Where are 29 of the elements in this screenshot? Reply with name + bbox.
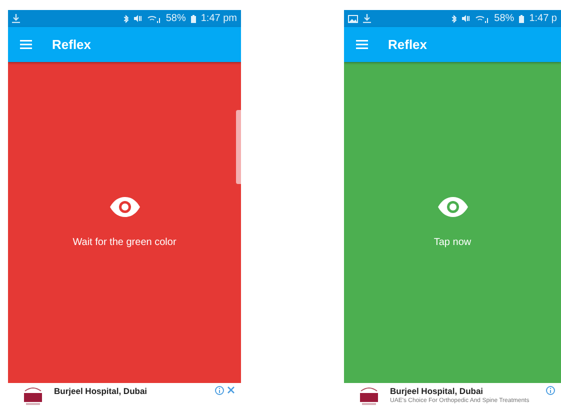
mute-icon bbox=[134, 15, 142, 22]
signal-icon bbox=[146, 14, 161, 22]
side-handle[interactable] bbox=[236, 110, 241, 184]
ad-banner[interactable]: Burjeel Hospital, Dubai bbox=[8, 383, 241, 410]
signal-icon bbox=[475, 14, 490, 22]
info-icon[interactable] bbox=[215, 386, 224, 395]
info-icon[interactable] bbox=[546, 386, 555, 395]
instruction-text: Wait for the green color bbox=[72, 237, 176, 248]
app-title: Reflex bbox=[388, 37, 428, 52]
bluetooth-icon bbox=[124, 14, 129, 22]
eye-icon bbox=[110, 197, 140, 217]
battery-percent: 58% bbox=[166, 13, 186, 24]
app-title: Reflex bbox=[52, 37, 92, 52]
clock-time: 1:47 pm bbox=[200, 13, 237, 24]
mute-icon bbox=[462, 15, 470, 22]
hospital-logo-icon bbox=[22, 386, 44, 406]
ad-title: Burjeel Hospital, Dubai bbox=[54, 386, 148, 396]
battery-icon bbox=[519, 14, 524, 22]
bluetooth-icon bbox=[452, 14, 458, 22]
battery-icon bbox=[190, 14, 196, 22]
eye-icon bbox=[438, 197, 468, 217]
hospital-logo-icon bbox=[358, 386, 380, 406]
menu-icon[interactable] bbox=[356, 40, 368, 49]
menu-icon[interactable] bbox=[20, 40, 32, 49]
instruction-text: Tap now bbox=[434, 237, 472, 248]
battery-percent: 58% bbox=[494, 13, 514, 24]
clock-time: 1:47 p bbox=[529, 13, 557, 24]
ad-title: Burjeel Hospital, Dubai bbox=[390, 386, 484, 396]
close-icon[interactable] bbox=[227, 386, 235, 394]
